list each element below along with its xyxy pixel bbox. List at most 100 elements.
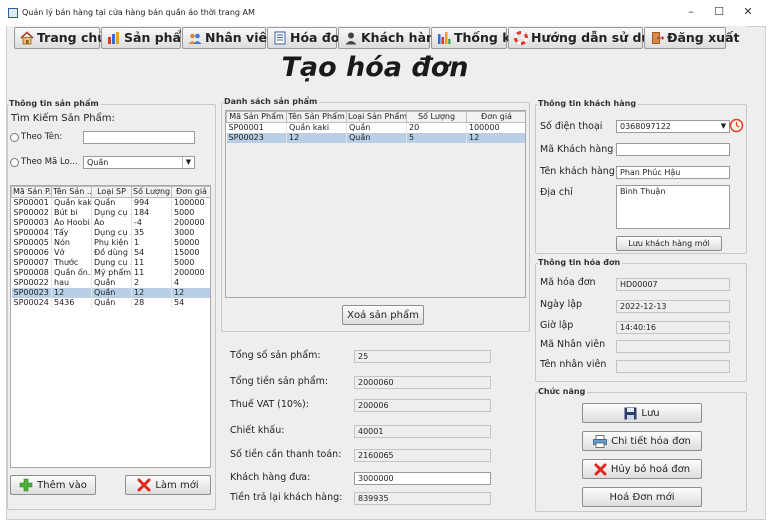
product-info-label: Thông tin sản phẩm <box>9 99 101 108</box>
table-row[interactable]: SP00023 12 Quần 12 12 <box>11 288 210 298</box>
column-header[interactable]: Đơn giá <box>171 186 210 198</box>
menu-home[interactable]: Trang chủ <box>14 27 106 49</box>
save-invoice-label: Lưu <box>641 407 660 419</box>
product-type-select[interactable]: Quần ▼ <box>83 156 195 169</box>
table-row[interactable]: SP00023 12 Quần 5 12 <box>226 133 525 143</box>
menu-products[interactable]: Sản phẩm <box>101 27 194 49</box>
menu-home-label: Trang chủ <box>37 30 107 45</box>
search-by-type-label: Theo Mã Lo... <box>21 157 78 167</box>
table-cell: Mỹ phẩm <box>91 268 132 278</box>
maximize-button[interactable]: ☐ <box>706 4 732 20</box>
menu-customers[interactable]: Khách hàng <box>338 27 444 49</box>
invoice-field-label: Tên nhân viên <box>540 359 607 370</box>
window-title: Quản lý bán hàng tại cửa hàng bán quần á… <box>22 8 255 17</box>
summary-value[interactable]: 3000000 <box>354 472 491 485</box>
search-by-name-radio[interactable] <box>10 133 19 142</box>
product-type-value: Quần <box>87 158 109 167</box>
people-icon <box>188 33 202 44</box>
menu-user-guide[interactable]: Hướng dẫn sử dụng <box>508 27 668 49</box>
table-cell: Dụng cụ ... <box>91 228 132 238</box>
summary-label: Chiết khấu: <box>230 425 285 436</box>
refresh-button[interactable]: Làm mới <box>125 475 211 495</box>
home-icon <box>20 31 34 45</box>
customer-name-input[interactable]: Phan Phúc Hậu <box>616 166 730 179</box>
new-invoice-button[interactable]: Hoá Đơn mới <box>582 487 702 507</box>
menu-statistics[interactable]: Thống kê <box>431 27 519 49</box>
product-search-table[interactable]: Mã Sản P...Tên Sản ...Loại SPSố LượngĐơn… <box>10 185 211 468</box>
customer-code-label: Mã Khách hàng <box>540 144 614 155</box>
column-header[interactable]: Số Lượng <box>131 186 172 198</box>
clock-icon[interactable] <box>729 118 744 133</box>
table-cell: 100000 <box>171 197 210 208</box>
table-row[interactable]: SP00005 Nón Phụ kiện 1 50000 <box>11 238 210 248</box>
phone-value: 0368097122 <box>620 122 671 131</box>
menu-invoices[interactable]: Hóa đơn <box>267 27 348 49</box>
customer-name-label: Tên khách hàng <box>540 166 615 177</box>
customer-code-input[interactable] <box>616 143 730 156</box>
table-cell: Quần <box>346 133 407 143</box>
phone-select[interactable]: 0368097122 ▼ <box>616 120 730 133</box>
table-cell: 54 <box>171 298 210 308</box>
table-cell: Phụ kiện <box>91 238 132 248</box>
table-cell: Quần <box>91 288 132 298</box>
column-header[interactable]: Đơn giá <box>466 111 525 123</box>
column-header[interactable]: Mã Sản P... <box>11 186 52 198</box>
chevron-down-icon[interactable]: ▼ <box>718 121 729 132</box>
menu-employees-label: Nhân viên <box>205 30 276 45</box>
table-cell: 12 <box>131 288 172 298</box>
summary-label: Tổng số sản phẩm: <box>230 350 321 361</box>
invoice-field-label: Mã hóa đơn <box>540 277 596 288</box>
table-row[interactable]: SP00001 Quần kaki Quần 20 100000 <box>226 122 525 133</box>
table-cell: Quần <box>91 298 132 308</box>
add-product-button[interactable]: Thêm vào <box>10 475 96 495</box>
table-cell: SP00002 <box>11 208 52 218</box>
selected-products-table[interactable]: Mã Sản Phẩm Tên Sản Phẩm Loại Sản Phẩm Số L… <box>225 110 526 298</box>
table-cell: 5436 <box>51 298 92 308</box>
table-row[interactable]: SP00004TẩyDụng cụ ...353000 <box>11 228 210 238</box>
lifebuoy-icon <box>514 31 528 45</box>
column-header[interactable]: Loại SP <box>91 186 132 198</box>
column-header[interactable]: Loại Sản Phẩm <box>346 111 407 123</box>
menu-logout[interactable]: Đăng xuất <box>644 27 739 49</box>
refresh-label: Làm mới <box>155 479 199 491</box>
table-row[interactable]: SP00006 Vở Đồ dùng 54 15000 <box>11 248 210 258</box>
address-textarea[interactable]: Bình Thuận <box>616 185 730 229</box>
menu-employees[interactable]: Nhân viên <box>182 27 276 49</box>
column-header[interactable]: Mã Sản Phẩm <box>226 111 287 123</box>
table-row[interactable]: SP00001 Quần kaki Quần 994 100000 <box>11 197 210 208</box>
cancel-invoice-button[interactable]: Hủy bỏ hoá đơn <box>582 459 702 479</box>
table-cell: SP00023 <box>226 133 287 143</box>
table-cell: 5000 <box>171 208 210 218</box>
invoice-field-label: Mã Nhân viên <box>540 339 606 350</box>
chevron-down-icon[interactable]: ▼ <box>182 157 194 168</box>
save-customer-button[interactable]: Lưu khách hàng mới <box>616 236 722 251</box>
cancel-invoice-label: Hủy bỏ hoá đơn <box>610 463 691 475</box>
search-by-name-input[interactable] <box>83 131 195 144</box>
table-cell: 4 <box>171 278 210 288</box>
search-by-type-radio[interactable] <box>10 158 19 167</box>
invoice-detail-button[interactable]: Chi tiết hóa đơn <box>582 431 702 451</box>
column-header[interactable]: Tên Sản ... <box>51 186 92 198</box>
table-row[interactable]: SP00002Bút biDụng cụ ...1845000 <box>11 208 210 218</box>
table-row[interactable]: SP00008 Quần ốn... Mỹ phẩm 11 200000 <box>11 268 210 278</box>
summary-value: 40001 <box>354 425 491 438</box>
table-row[interactable]: SP00007ThướcDụng cụ ...115000 <box>11 258 210 268</box>
table-row[interactable]: SP00024 5436 Quần 28 54 <box>11 298 210 308</box>
table-cell: 11 <box>131 258 172 268</box>
table-cell: 2 <box>131 278 172 288</box>
invoice-field-value: HD00007 <box>616 278 730 291</box>
minimize-button[interactable]: – <box>678 4 704 20</box>
invoice-field-value <box>616 360 730 373</box>
delete-product-button[interactable]: Xoá sản phẩm <box>342 305 424 325</box>
table-row[interactable]: SP00003 Áo Hoobi Áo -4 200000 <box>11 218 210 228</box>
save-invoice-button[interactable]: Lưu <box>582 403 702 423</box>
table-cell: Áo <box>91 218 132 228</box>
product-list-label: Danh sách sản phẩm <box>224 97 320 106</box>
column-header[interactable]: Số Lượng <box>406 111 467 123</box>
column-header[interactable]: Tên Sản Phẩm <box>286 111 347 123</box>
close-button[interactable]: ✕ <box>735 4 761 20</box>
table-row[interactable]: SP00022 hau Quần 2 4 <box>11 278 210 288</box>
table-cell: Thước <box>51 258 92 268</box>
logout-icon <box>652 32 664 44</box>
table-cell: 3000 <box>171 228 210 238</box>
